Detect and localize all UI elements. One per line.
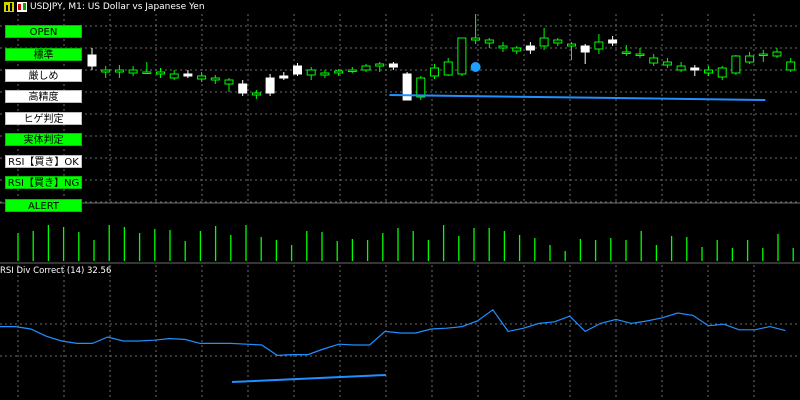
rsi-divergence-line <box>231 374 387 383</box>
candle-body <box>224 79 234 85</box>
candle-body <box>704 69 713 74</box>
candle-body <box>635 53 645 56</box>
price-divergence-line <box>389 94 766 101</box>
candle-body <box>539 37 549 47</box>
candle-body <box>293 65 302 75</box>
symbol-title: USDJPY, M1: US Dollar vs Japanese Yen <box>30 2 205 12</box>
candle-body <box>471 37 481 41</box>
rsi-layer <box>0 308 786 383</box>
candle-body <box>320 72 330 76</box>
candles-layer <box>87 14 796 101</box>
candle-body <box>375 63 385 67</box>
candle-body <box>621 51 631 54</box>
candle-body <box>676 65 686 71</box>
candle-body <box>114 69 124 73</box>
candle-body <box>334 70 344 74</box>
candle-body <box>731 55 741 74</box>
panel-button-6[interactable]: RSI【買き】OK <box>5 155 82 168</box>
panel-button-0[interactable]: OPEN <box>5 25 82 38</box>
candle-body <box>279 75 289 79</box>
panel-button-1[interactable]: 標準 <box>5 48 82 61</box>
candle-body <box>594 41 604 50</box>
candle-body <box>580 45 590 53</box>
rsi-line <box>0 308 786 357</box>
candle-body <box>662 61 672 66</box>
indicator-title: RSI Div Correct (14) 32.56 <box>0 266 112 276</box>
candle-body <box>758 53 768 56</box>
candle-body <box>525 45 535 51</box>
chart-canvas[interactable] <box>0 0 800 400</box>
candle-body <box>498 45 508 49</box>
candle-body <box>567 43 576 47</box>
panel-button-3[interactable]: 高精度 <box>5 90 82 103</box>
candle-body <box>772 51 782 57</box>
panel-button-7[interactable]: RSI【買き】NG <box>5 176 82 189</box>
candle-body <box>361 65 371 71</box>
candle-body <box>128 69 138 74</box>
candle-body <box>169 73 179 79</box>
signal-dot <box>470 62 481 72</box>
candle-body <box>608 39 618 44</box>
candle-body <box>416 77 426 98</box>
chart-header: USDJPY, M1: US Dollar vs Japanese Yen <box>4 1 205 13</box>
candle-body <box>786 61 796 71</box>
candle-body <box>388 63 398 68</box>
panel-button-5[interactable]: 実体判定 <box>5 133 82 146</box>
panel-button-8[interactable]: ALERT <box>5 199 82 212</box>
candle-body <box>87 54 97 67</box>
candle-body <box>251 92 261 96</box>
candle-body <box>306 69 316 76</box>
candle-body <box>210 77 220 81</box>
panel-button-4[interactable]: ヒゲ判定 <box>5 112 82 125</box>
chart-window-icon <box>4 2 14 12</box>
candle-body <box>690 67 700 71</box>
candle-body <box>512 47 522 52</box>
candle-body <box>443 61 453 76</box>
candle-body <box>553 39 563 44</box>
candle-body <box>156 71 165 75</box>
volume-layer <box>17 225 794 261</box>
candle-body <box>457 37 467 75</box>
candle-body <box>197 75 207 80</box>
candle-body <box>238 83 248 94</box>
candle-body <box>101 69 111 73</box>
candle-body <box>717 67 727 78</box>
candle-body <box>347 69 357 72</box>
candle-body <box>142 71 152 74</box>
panel-button-2[interactable]: 厳しめ <box>5 69 82 82</box>
candle-body <box>430 67 439 77</box>
candle-body <box>484 39 494 44</box>
timeframe-icon <box>17 2 27 12</box>
candle-body <box>265 77 275 94</box>
candle-body <box>649 57 659 64</box>
candle-body <box>745 55 755 63</box>
candle-body <box>183 73 193 77</box>
